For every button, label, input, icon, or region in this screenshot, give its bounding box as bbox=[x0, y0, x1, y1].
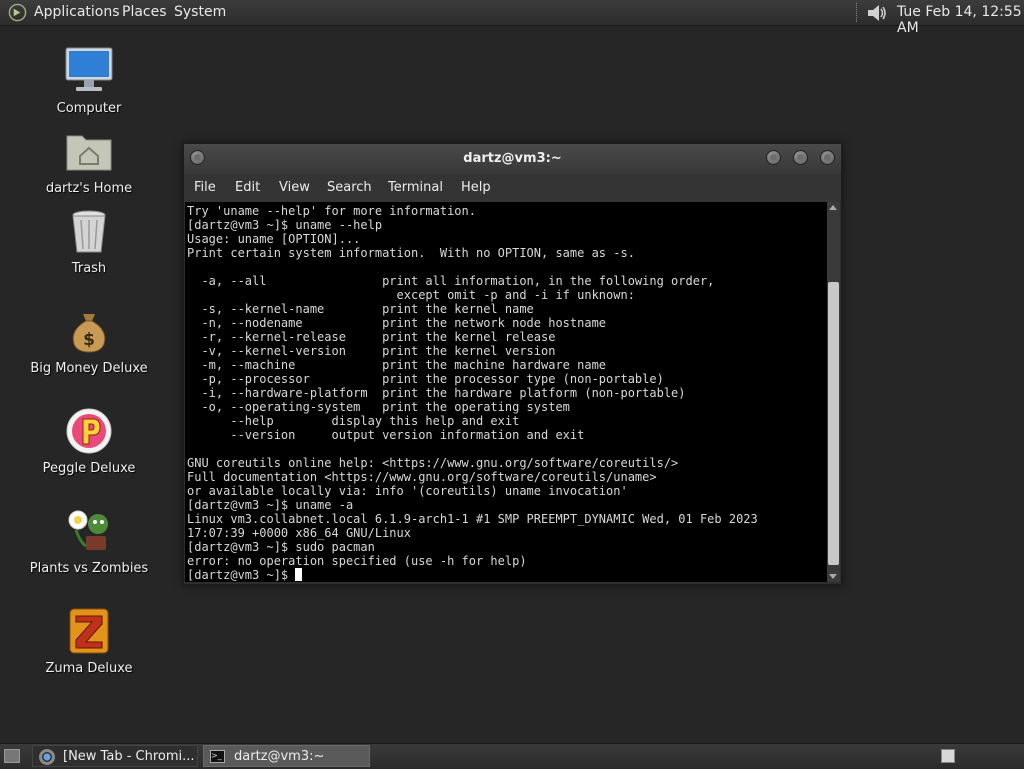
desktop-icon-big-money-deluxe[interactable]: $ Big Money Deluxe bbox=[24, 306, 154, 376]
scroll-up-arrow-icon[interactable] bbox=[829, 205, 837, 210]
terminal-output[interactable]: Try 'uname --help' for more information.… bbox=[185, 202, 827, 582]
terminal-line: -n, --nodename print the network node ho… bbox=[201, 316, 607, 330]
terminal-line: -s, --kernel-name print the kernel name bbox=[201, 302, 534, 316]
workspace-switcher[interactable] bbox=[941, 749, 955, 763]
menu-help[interactable]: Help bbox=[461, 180, 491, 195]
close-button[interactable] bbox=[820, 150, 835, 165]
terminal-cursor bbox=[295, 568, 303, 581]
terminal-line: -a, --all print all information, in the … bbox=[201, 274, 715, 288]
scroll-down-arrow-icon[interactable] bbox=[829, 574, 837, 579]
taskbar-item-chromium[interactable]: [New Tab - Chromi... bbox=[32, 745, 198, 767]
terminal-line: -i, --hardware-platform print the hardwa… bbox=[201, 386, 686, 400]
terminal-line: -o, --operating-system print the operati… bbox=[201, 400, 570, 414]
trash-icon bbox=[64, 206, 114, 256]
desktop-icon-zuma-deluxe[interactable]: Zuma Deluxe bbox=[24, 606, 154, 676]
terminal-line: or available locally via: info '(coreuti… bbox=[187, 484, 628, 498]
terminal-line: --help display this help and exit bbox=[230, 414, 520, 428]
terminal-scrollbar[interactable] bbox=[827, 202, 840, 582]
speaker-volume-icon[interactable] bbox=[865, 2, 889, 24]
window-title: dartz@vm3:~ bbox=[463, 151, 562, 166]
terminal-line: [dartz@vm3 ~]$ uname -a bbox=[187, 498, 354, 512]
tray-divider bbox=[856, 3, 859, 22]
terminal-line: Full documentation <https://www.gnu.org/… bbox=[187, 470, 657, 484]
applications-menu[interactable]: Applications bbox=[34, 4, 120, 20]
terminal-line: 17:07:39 +0000 x86_64 GNU/Linux bbox=[187, 526, 411, 540]
maximize-button[interactable] bbox=[793, 150, 808, 165]
svg-text:$: $ bbox=[83, 330, 95, 350]
desktop-icon-label: Zuma Deluxe bbox=[45, 661, 133, 676]
terminal-line: -r, --kernel-release print the kernel re… bbox=[201, 330, 556, 344]
desktop-icon-label: Trash bbox=[71, 261, 107, 276]
menu-terminal[interactable]: Terminal bbox=[388, 180, 443, 195]
menu-edit[interactable]: Edit bbox=[235, 180, 260, 195]
terminal-line: Usage: uname [OPTION]... bbox=[187, 232, 361, 246]
top-panel: Applications Places System Tue Feb 14, 1… bbox=[0, 0, 1024, 36]
desktop-icon-label: Computer bbox=[56, 101, 122, 116]
plants-vs-zombies-icon bbox=[64, 506, 114, 556]
minimize-button[interactable] bbox=[766, 150, 781, 165]
taskbar-item-label: dartz@vm3:~ bbox=[234, 749, 325, 764]
money-bag-icon: $ bbox=[64, 306, 114, 356]
terminal-line: error: no operation specified (use -h fo… bbox=[187, 554, 527, 568]
desktop-icon-label: Peggle Deluxe bbox=[42, 461, 136, 476]
terminal-window[interactable]: dartz@vm3:~ File Edit View Search Termin… bbox=[183, 143, 842, 585]
terminal-line: [dartz@vm3 ~]$ sudo pacman bbox=[187, 540, 375, 554]
peggle-icon bbox=[64, 406, 114, 456]
chromium-icon bbox=[39, 749, 55, 765]
bottom-panel: [New Tab - Chromi... >_ dartz@vm3:~ bbox=[0, 743, 1024, 769]
places-menu[interactable]: Places bbox=[122, 4, 167, 20]
terminal-line: -v, --kernel-version print the kernel ve… bbox=[201, 344, 556, 358]
desktop-icon-plants-vs-zombies[interactable]: Plants vs Zombies bbox=[24, 506, 154, 576]
terminal-line: --version output version information and… bbox=[230, 428, 585, 442]
terminal-line: GNU coreutils online help: <https://www.… bbox=[187, 456, 679, 470]
terminal-line: -m, --machine print the machine hardware… bbox=[201, 358, 607, 372]
terminal-line: Try 'uname --help' for more information. bbox=[187, 204, 476, 218]
taskbar-item-label: [New Tab - Chromi... bbox=[63, 749, 195, 764]
terminal-menubar: File Edit View Search Terminal Help bbox=[184, 174, 841, 202]
home-folder-icon bbox=[64, 126, 114, 176]
mate-logo-icon[interactable] bbox=[8, 3, 27, 22]
window-titlebar[interactable]: dartz@vm3:~ bbox=[184, 144, 841, 174]
desktop-icon-trash[interactable]: Trash bbox=[24, 206, 154, 276]
desktop-icon-label: Plants vs Zombies bbox=[29, 561, 149, 576]
show-desktop-icon[interactable] bbox=[4, 749, 20, 763]
terminal-line: except omit -p and -i if unknown: bbox=[396, 288, 635, 302]
desktop-icon-label: dartz's Home bbox=[45, 181, 133, 196]
terminal-line: [dartz@vm3 ~]$ uname --help bbox=[187, 218, 383, 232]
terminal-line: Print certain system information. With n… bbox=[187, 246, 635, 260]
terminal-text: Try 'uname --help' for more information.… bbox=[185, 202, 827, 582]
taskbar-item-terminal[interactable]: >_ dartz@vm3:~ bbox=[203, 745, 370, 767]
terminal-prompt: [dartz@vm3 ~]$ bbox=[187, 568, 296, 582]
zuma-icon bbox=[64, 606, 114, 656]
system-menu[interactable]: System bbox=[174, 4, 226, 20]
clock[interactable]: Tue Feb 14, 12:55 AM bbox=[897, 4, 1024, 36]
computer-monitor-icon bbox=[64, 46, 114, 96]
desktop-icon-computer[interactable]: Computer bbox=[24, 46, 154, 116]
desktop-icon-peggle-deluxe[interactable]: Peggle Deluxe bbox=[24, 406, 154, 476]
terminal-icon: >_ bbox=[210, 750, 225, 763]
desktop-icon-home[interactable]: dartz's Home bbox=[24, 126, 154, 196]
menu-file[interactable]: File bbox=[194, 180, 216, 195]
terminal-line: Linux vm3.collabnet.local 6.1.9-arch1-1 … bbox=[187, 512, 758, 526]
terminal-line: -p, --processor print the processor type… bbox=[201, 372, 664, 386]
scrollbar-thumb[interactable] bbox=[828, 282, 839, 565]
menu-search[interactable]: Search bbox=[327, 180, 372, 195]
menu-view[interactable]: View bbox=[279, 180, 310, 195]
desktop-icon-label: Big Money Deluxe bbox=[30, 361, 148, 376]
